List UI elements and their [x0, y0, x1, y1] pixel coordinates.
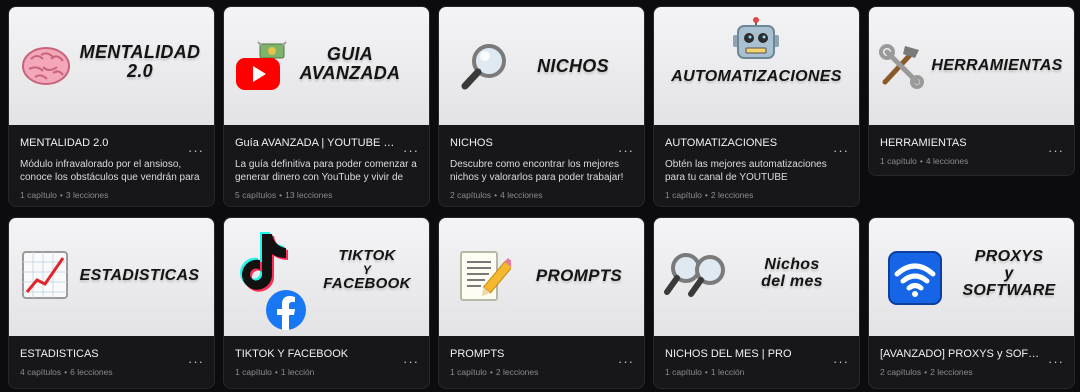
more-options-button[interactable]: ··· [833, 355, 849, 368]
thumbnail-title: HERRAMIENTAS [931, 57, 1063, 74]
course-thumbnail[interactable]: ESTADISTICAS [9, 218, 214, 336]
double-magnifier-icon [664, 253, 725, 297]
course-card[interactable]: NICHOS NICHOS ··· Descubre como encontra… [438, 6, 645, 207]
course-thumbnail[interactable]: TIKTOK Y FACEBOOK [224, 218, 429, 336]
course-thumbnail[interactable]: AUTOMATIZACIONES [654, 7, 859, 125]
more-options-button[interactable]: ··· [1048, 355, 1064, 368]
course-title[interactable]: MENTALIDAD 2.0 [20, 136, 180, 150]
thumbnail-title: NICHOS [537, 56, 609, 76]
course-meta: 5 capítulos • 13 lecciones [235, 190, 333, 200]
course-title[interactable]: HERRAMIENTAS [880, 136, 1040, 150]
course-title[interactable]: NICHOS DEL MES | PRO [665, 347, 825, 361]
course-meta: 2 capítulos • 2 lecciones [880, 367, 973, 377]
course-meta: 2 capítulos • 4 lecciones [450, 190, 543, 200]
course-title[interactable]: AUTOMATIZACIONES [665, 136, 825, 150]
course-thumbnail[interactable]: Nichos del mes [654, 218, 859, 336]
magnifier-icon [461, 44, 506, 90]
course-thumbnail[interactable]: GUIA AVANZADA [224, 7, 429, 125]
tiktok-facebook-icon [240, 232, 306, 330]
more-options-button[interactable]: ··· [188, 355, 204, 368]
thumbnail-title: Nichos del mes [761, 256, 823, 291]
tools-icon [879, 44, 924, 89]
course-description: La guía definitiva para poder comenzar a… [235, 159, 417, 183]
wifi-icon [888, 251, 942, 305]
course-card[interactable]: ESTADISTICAS ESTADISTICAS ··· 4 capítulo… [8, 217, 215, 389]
more-options-button[interactable]: ··· [1048, 144, 1064, 157]
thumbnail-title: AUTOMATIZACIONES [671, 68, 842, 85]
course-title[interactable]: Guía AVANZADA | YOUTUBE FA... [235, 136, 395, 150]
course-card[interactable]: PROMPTS PROMPTS ··· 1 capítulo • 2 leccion… [438, 217, 645, 389]
thumbnail-title: TIKTOK Y FACEBOOK [323, 247, 411, 293]
course-meta: 4 capítulos • 6 lecciones [20, 367, 113, 377]
course-card[interactable]: Nichos del mes NICHOS DEL MES | PRO ··· 1… [653, 217, 860, 389]
course-card[interactable]: GUIA AVANZADA Guía AVANZADA | YOUTUBE FA.… [223, 6, 430, 207]
course-meta: 1 capítulo • 2 lecciones [450, 367, 539, 377]
thumbnail-title: GUIA AVANZADA [299, 44, 401, 84]
robot-icon [733, 17, 779, 59]
course-card[interactable]: MENTALIDAD 2.0 MENTALIDAD 2.0 ··· Módulo … [8, 6, 215, 207]
course-meta: 1 capítulo • 1 lección [665, 367, 745, 377]
more-options-button[interactable]: ··· [188, 144, 204, 157]
course-card[interactable]: TIKTOK Y FACEBOOK TIKTOK Y FACEBOOK ··· 1 … [223, 217, 430, 389]
youtube-icon [236, 41, 287, 90]
course-card[interactable]: PROXYS y SOFTWARE [AVANZADO] PROXYS y SOFT… [868, 217, 1075, 389]
chart-icon [22, 251, 68, 299]
thumbnail-title: ESTADISTICAS [79, 267, 200, 284]
course-card[interactable]: AUTOMATIZACIONES AUTOMATIZACIONES ··· Ob… [653, 6, 860, 207]
thumbnail-title: PROXYS y SOFTWARE [962, 248, 1056, 299]
course-description: Descubre como encontrar los mejores nich… [450, 159, 624, 183]
more-options-button[interactable]: ··· [618, 355, 634, 368]
course-title[interactable]: NICHOS [450, 136, 610, 150]
brain-icon [22, 47, 70, 85]
course-thumbnail[interactable]: PROMPTS [439, 218, 644, 336]
course-title[interactable]: TIKTOK Y FACEBOOK [235, 347, 395, 361]
course-thumbnail[interactable]: NICHOS [439, 7, 644, 125]
course-title[interactable]: [AVANZADO] PROXYS y SOFTW... [880, 347, 1040, 361]
thumbnail-title: PROMPTS [535, 266, 623, 285]
thumbnail-title: MENTALIDAD 2.0 [79, 42, 201, 82]
course-thumbnail[interactable]: HERRAMIENTAS [869, 7, 1074, 125]
more-options-button[interactable]: ··· [403, 144, 419, 157]
course-description: Módulo infravalorado por el ansioso, con… [20, 159, 200, 183]
memo-icon [460, 251, 511, 301]
course-meta: 1 capítulo • 3 lecciones [20, 190, 109, 200]
course-meta: 1 capítulo • 2 lecciones [665, 190, 754, 200]
course-title[interactable]: ESTADISTICAS [20, 347, 180, 361]
course-thumbnail[interactable]: PROXYS y SOFTWARE [869, 218, 1074, 336]
course-meta: 1 capítulo • 4 lecciones [880, 156, 969, 166]
course-title[interactable]: PROMPTS [450, 347, 610, 361]
course-thumbnail[interactable]: MENTALIDAD 2.0 [9, 7, 214, 125]
more-options-button[interactable]: ··· [618, 144, 634, 157]
more-options-button[interactable]: ··· [833, 144, 849, 157]
course-card[interactable]: HERRAMIENTAS HERRAMIENTAS ··· 1 capítulo… [868, 6, 1075, 176]
course-description: Obtén las mejores automatizaciones para … [665, 159, 827, 183]
more-options-button[interactable]: ··· [403, 355, 419, 368]
course-meta: 1 capítulo • 1 lección [235, 367, 315, 377]
